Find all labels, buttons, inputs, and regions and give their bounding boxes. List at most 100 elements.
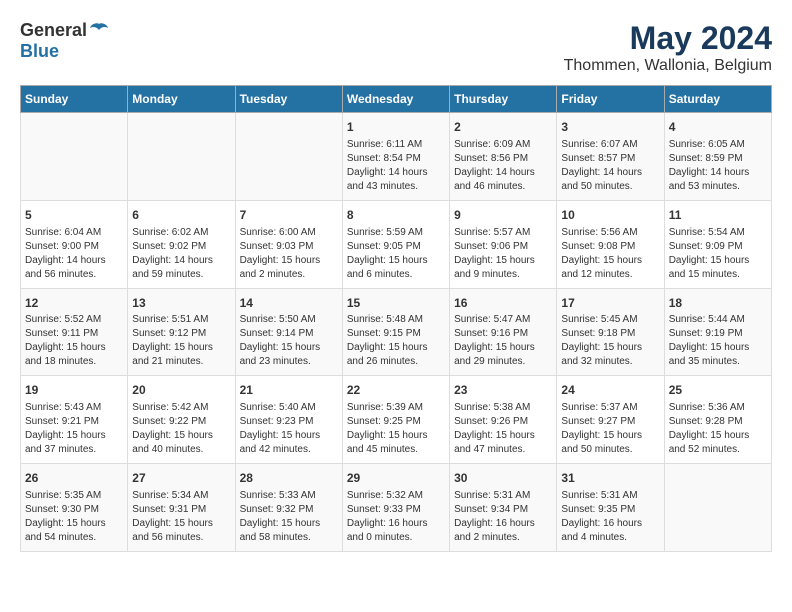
cell-text: Sunset: 9:22 PM xyxy=(132,415,230,429)
cell-text: Sunrise: 5:45 AM xyxy=(561,313,659,327)
cell-text: Sunrise: 5:51 AM xyxy=(132,313,230,327)
cell-text: Sunrise: 6:09 AM xyxy=(454,138,552,152)
calendar-cell xyxy=(128,113,235,201)
cell-text: Sunset: 9:25 PM xyxy=(347,415,445,429)
cell-text: Sunrise: 6:11 AM xyxy=(347,138,445,152)
day-number: 12 xyxy=(25,295,123,312)
cell-text: Sunset: 9:19 PM xyxy=(669,327,767,341)
cell-text: and 0 minutes. xyxy=(347,531,445,545)
cell-text: Sunset: 8:59 PM xyxy=(669,152,767,166)
cell-text: and 47 minutes. xyxy=(454,443,552,457)
page-title: May 2024 xyxy=(564,20,772,57)
cell-text: and 26 minutes. xyxy=(347,355,445,369)
calendar-cell: 11Sunrise: 5:54 AMSunset: 9:09 PMDayligh… xyxy=(664,200,771,288)
header-day: Tuesday xyxy=(235,86,342,113)
cell-text: Sunset: 9:16 PM xyxy=(454,327,552,341)
calendar-cell: 14Sunrise: 5:50 AMSunset: 9:14 PMDayligh… xyxy=(235,288,342,376)
cell-text: Sunset: 9:03 PM xyxy=(240,240,338,254)
calendar-cell: 26Sunrise: 5:35 AMSunset: 9:30 PMDayligh… xyxy=(21,464,128,552)
day-number: 23 xyxy=(454,382,552,399)
cell-text: and 35 minutes. xyxy=(669,355,767,369)
calendar-cell: 19Sunrise: 5:43 AMSunset: 9:21 PMDayligh… xyxy=(21,376,128,464)
cell-text: Sunrise: 5:39 AM xyxy=(347,401,445,415)
calendar-week-row: 12Sunrise: 5:52 AMSunset: 9:11 PMDayligh… xyxy=(21,288,772,376)
cell-text: Daylight: 15 hours xyxy=(454,254,552,268)
calendar-week-row: 5 Sunrise: 6:04 AMSunset: 9:00 PM Daylight… xyxy=(21,200,772,288)
cell-text: Daylight: 15 hours xyxy=(25,341,123,355)
cell-text: Sunrise: 5:33 AM xyxy=(240,489,338,503)
cell-text: Daylight: 15 hours xyxy=(132,429,230,443)
cell-text: and 42 minutes. xyxy=(240,443,338,457)
header-row: SundayMondayTuesdayWednesdayThursdayFrid… xyxy=(21,86,772,113)
calendar-cell: 2Sunrise: 6:09 AMSunset: 8:56 PMDaylight… xyxy=(450,113,557,201)
calendar-cell: 23Sunrise: 5:38 AMSunset: 9:26 PMDayligh… xyxy=(450,376,557,464)
cell-text: Sunset: 9:05 PM xyxy=(347,240,445,254)
cell-text: and 45 minutes. xyxy=(347,443,445,457)
day-number: 26 xyxy=(25,470,123,487)
cell-text: Sunrise: 6:00 AM xyxy=(240,226,338,240)
header-day: Wednesday xyxy=(342,86,449,113)
calendar-cell: 5Sunrise: 6:04 AMSunset: 9:00 PMDaylight… xyxy=(21,200,128,288)
calendar-week-row: 19Sunrise: 5:43 AMSunset: 9:21 PMDayligh… xyxy=(21,376,772,464)
cell-text: and 59 minutes. xyxy=(132,268,230,282)
cell-text: Daylight: 15 hours xyxy=(240,429,338,443)
day-number: 17 xyxy=(561,295,659,312)
cell-text: and 58 minutes. xyxy=(240,531,338,545)
cell-text: Daylight: 15 hours xyxy=(132,517,230,531)
cell-text: and 9 minutes. xyxy=(454,268,552,282)
cell-text: Daylight: 14 hours xyxy=(669,166,767,180)
cell-text: Sunrise: 6:05 AM xyxy=(669,138,767,152)
cell-text: Sunset: 9:00 PM xyxy=(25,240,123,254)
cell-text: Daylight: 15 hours xyxy=(240,254,338,268)
cell-text: Sunset: 9:35 PM xyxy=(561,503,659,517)
calendar-cell: 25Sunrise: 5:36 AMSunset: 9:28 PMDayligh… xyxy=(664,376,771,464)
day-number: 9 xyxy=(454,207,552,224)
day-number: 15 xyxy=(347,295,445,312)
day-number: 13 xyxy=(132,295,230,312)
cell-text: and 50 minutes. xyxy=(561,180,659,194)
logo-bird-icon xyxy=(89,22,109,40)
day-number: 2 xyxy=(454,119,552,136)
calendar-cell: 31Sunrise: 5:31 AMSunset: 9:35 PMDayligh… xyxy=(557,464,664,552)
cell-text: Daylight: 15 hours xyxy=(240,341,338,355)
calendar-table: SundayMondayTuesdayWednesdayThursdayFrid… xyxy=(20,85,772,552)
day-number: 16 xyxy=(454,295,552,312)
cell-text: and 21 minutes. xyxy=(132,355,230,369)
cell-text: Sunset: 9:12 PM xyxy=(132,327,230,341)
cell-text: and 53 minutes. xyxy=(669,180,767,194)
cell-text: and 56 minutes. xyxy=(132,531,230,545)
cell-text: Daylight: 15 hours xyxy=(561,341,659,355)
calendar-cell: 6Sunrise: 6:02 AMSunset: 9:02 PMDaylight… xyxy=(128,200,235,288)
day-number: 1 xyxy=(347,119,445,136)
calendar-cell: 9Sunrise: 5:57 AMSunset: 9:06 PMDaylight… xyxy=(450,200,557,288)
day-number: 24 xyxy=(561,382,659,399)
day-number: 5 xyxy=(25,207,123,224)
cell-text: Daylight: 15 hours xyxy=(25,517,123,531)
cell-text: Sunset: 9:21 PM xyxy=(25,415,123,429)
cell-text: Daylight: 16 hours xyxy=(561,517,659,531)
cell-text: and 46 minutes. xyxy=(454,180,552,194)
cell-text: Sunrise: 5:43 AM xyxy=(25,401,123,415)
calendar-cell: 1Sunrise: 6:11 AMSunset: 8:54 PMDaylight… xyxy=(342,113,449,201)
calendar-cell: 30Sunrise: 5:31 AMSunset: 9:34 PMDayligh… xyxy=(450,464,557,552)
cell-text: Sunrise: 6:04 AM xyxy=(25,226,123,240)
day-number: 10 xyxy=(561,207,659,224)
cell-text: Sunset: 9:15 PM xyxy=(347,327,445,341)
cell-text: Sunrise: 5:31 AM xyxy=(454,489,552,503)
cell-text: Sunrise: 5:44 AM xyxy=(669,313,767,327)
day-number: 20 xyxy=(132,382,230,399)
cell-text: Daylight: 15 hours xyxy=(561,429,659,443)
cell-text: Sunset: 9:08 PM xyxy=(561,240,659,254)
cell-text: Daylight: 14 hours xyxy=(347,166,445,180)
cell-text: and 37 minutes. xyxy=(25,443,123,457)
cell-text: Daylight: 16 hours xyxy=(454,517,552,531)
cell-text: Daylight: 14 hours xyxy=(561,166,659,180)
day-number: 11 xyxy=(669,207,767,224)
calendar-cell: 7 Sunrise: 6:00 AMSunset: 9:03 PMDaylight… xyxy=(235,200,342,288)
cell-text: Daylight: 15 hours xyxy=(669,254,767,268)
calendar-cell: 20Sunrise: 5:42 AMSunset: 9:22 PMDayligh… xyxy=(128,376,235,464)
day-number: 7 xyxy=(240,207,338,224)
cell-text: Sunrise: 5:35 AM xyxy=(25,489,123,503)
cell-text: Daylight: 14 hours xyxy=(132,254,230,268)
cell-text: and 18 minutes. xyxy=(25,355,123,369)
